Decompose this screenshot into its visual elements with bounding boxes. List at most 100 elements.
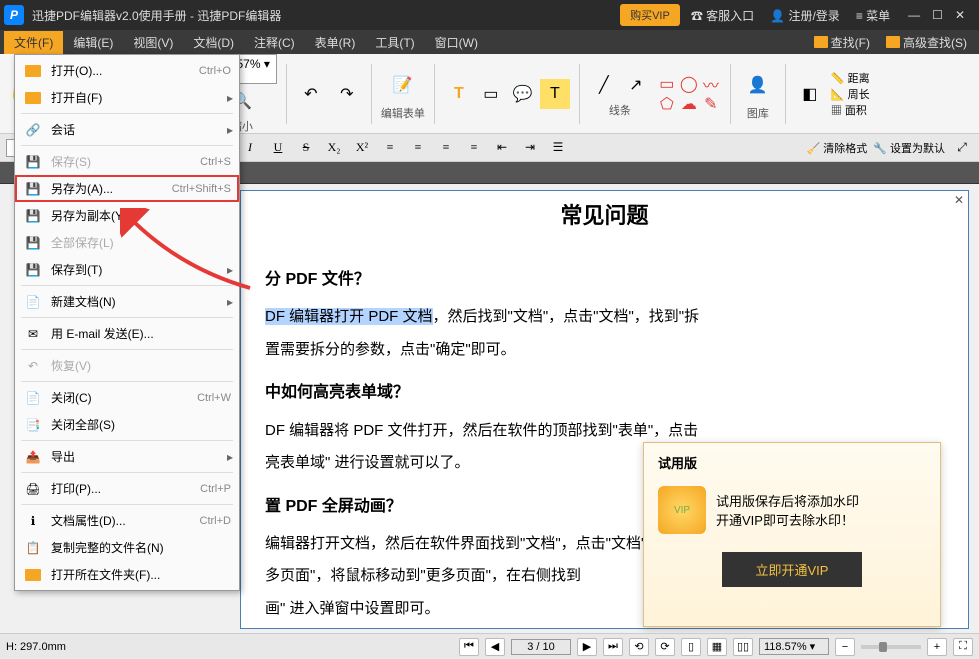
- line-icon[interactable]: ╱: [589, 70, 619, 100]
- fullscreen-icon[interactable]: ⛶: [953, 638, 973, 656]
- menu-button[interactable]: ≡ 菜单: [848, 7, 898, 24]
- expand-icon[interactable]: ⤢: [951, 138, 973, 158]
- minimize-button[interactable]: —: [908, 8, 920, 22]
- menu-document[interactable]: 文档(D): [183, 31, 244, 54]
- menu-save-to[interactable]: 💾保存到(T)▸: [15, 256, 239, 283]
- menu-view[interactable]: 视图(V): [123, 31, 183, 54]
- support-button[interactable]: ☎ 客服入口: [683, 7, 762, 24]
- superscript-button[interactable]: X²: [351, 138, 373, 158]
- find-button[interactable]: 查找(F): [806, 32, 878, 53]
- zoom-input[interactable]: 118.57% ▾: [759, 638, 829, 655]
- callout-icon[interactable]: 💬: [508, 79, 538, 109]
- buy-vip-button[interactable]: 购买VIP: [620, 4, 680, 26]
- strikethrough-button[interactable]: S: [295, 138, 317, 158]
- menu-close-all[interactable]: 📑关闭全部(S): [15, 411, 239, 438]
- menu-open[interactable]: 打开(O)...Ctrl+O: [15, 57, 239, 84]
- close-button[interactable]: ✕: [955, 8, 965, 22]
- page-heading: 常见问题: [241, 191, 968, 241]
- first-page-button[interactable]: ⏮: [459, 638, 479, 656]
- menu-window[interactable]: 窗口(W): [425, 31, 488, 54]
- window-title: 迅捷PDF编辑器v2.0使用手册 - 迅捷PDF编辑器: [32, 7, 617, 24]
- bullet-list-icon[interactable]: ☰: [547, 138, 569, 158]
- popup-line2: 开通VIP即可去除水印！: [716, 510, 859, 529]
- nav-fwd-button[interactable]: ⟳: [655, 638, 675, 656]
- menu-email[interactable]: ✉用 E-mail 发送(E)...: [15, 320, 239, 347]
- menu-properties[interactable]: ℹ文档属性(D)...Ctrl+D: [15, 507, 239, 534]
- menu-save-all[interactable]: 💾全部保存(L): [15, 229, 239, 256]
- layout-cont-icon[interactable]: ▦: [707, 638, 727, 656]
- set-default-button[interactable]: 🔧 设置为默认: [873, 140, 945, 156]
- distance-tool[interactable]: 📏 距离: [831, 70, 870, 86]
- polyline-icon[interactable]: 〰: [701, 75, 721, 93]
- zoom-in-sb[interactable]: +: [927, 638, 947, 656]
- subscript-button[interactable]: X₂: [323, 138, 345, 158]
- rotate-right-icon[interactable]: ↷: [332, 79, 362, 109]
- maximize-button[interactable]: ☐: [932, 8, 943, 22]
- layout-single-icon[interactable]: ▯: [681, 638, 701, 656]
- oval-icon[interactable]: ◯: [679, 75, 699, 93]
- zoom-out-sb[interactable]: −: [835, 638, 855, 656]
- menu-tools[interactable]: 工具(T): [365, 31, 424, 54]
- menu-file[interactable]: 文件(F): [4, 31, 63, 54]
- pencil-icon[interactable]: ✎: [701, 95, 721, 113]
- rotate-left-icon[interactable]: ↶: [296, 79, 326, 109]
- menu-edit[interactable]: 编辑(E): [63, 31, 123, 54]
- align-left-icon[interactable]: ≡: [379, 138, 401, 158]
- menu-comment[interactable]: 注释(C): [244, 31, 305, 54]
- menu-close[interactable]: 📄关闭(C)Ctrl+W: [15, 384, 239, 411]
- indent-right-icon[interactable]: ⇥: [519, 138, 541, 158]
- statusbar: H: 297.0mm ⏮ ◀ 3 / 10 ▶ ⏭ ⟲ ⟳ ▯ ▦ ▯▯ 118…: [0, 633, 979, 659]
- vip-badge-icon: VIP: [658, 486, 706, 534]
- clear-format-button[interactable]: 🧹 清除格式: [806, 140, 867, 156]
- next-page-button[interactable]: ▶: [577, 638, 597, 656]
- edit-form-button[interactable]: 📝: [385, 67, 421, 103]
- menu-restore[interactable]: ↶恢复(V): [15, 352, 239, 379]
- page-number-input[interactable]: 3 / 10: [511, 639, 571, 655]
- nav-back-button[interactable]: ⟲: [629, 638, 649, 656]
- align-justify-icon[interactable]: ≡: [463, 138, 485, 158]
- menu-form[interactable]: 表单(R): [305, 31, 366, 54]
- menu-open-folder[interactable]: 打开所在文件夹(F)...: [15, 561, 239, 588]
- menu-save-copy[interactable]: 💾另存为副本(Y)...: [15, 202, 239, 229]
- close-document-icon[interactable]: ✕: [952, 193, 966, 207]
- menu-print[interactable]: 🖨打印(P)...Ctrl+P: [15, 475, 239, 502]
- arrow-icon[interactable]: ↗: [621, 70, 651, 100]
- last-page-button[interactable]: ⏭: [603, 638, 623, 656]
- zoom-slider[interactable]: [861, 645, 921, 649]
- perimeter-tool[interactable]: 📐 周长: [831, 86, 870, 102]
- align-right-icon[interactable]: ≡: [435, 138, 457, 158]
- menu-open-from[interactable]: 打开自(F)▸: [15, 84, 239, 111]
- menu-export[interactable]: 📤导出▸: [15, 443, 239, 470]
- layout-facing-icon[interactable]: ▯▯: [733, 638, 753, 656]
- prev-page-button[interactable]: ◀: [485, 638, 505, 656]
- area-tool[interactable]: ▦ 面积: [831, 102, 870, 118]
- advanced-find-button[interactable]: 高级查找(S): [878, 32, 975, 53]
- italic-button[interactable]: I: [239, 138, 261, 158]
- popup-line1: 试用版保存后将添加水印: [716, 491, 859, 510]
- stamp-button[interactable]: 👤: [740, 67, 776, 103]
- menu-session[interactable]: 🔗会话▸: [15, 116, 239, 143]
- cloud-icon[interactable]: ☁: [679, 95, 699, 113]
- doc-h1: 分 PDF 文件？: [265, 265, 944, 295]
- menu-new-doc[interactable]: 📄新建文档(N)▸: [15, 288, 239, 315]
- popup-title: 试用版: [658, 453, 926, 472]
- align-center-icon[interactable]: ≡: [407, 138, 429, 158]
- polygon-icon[interactable]: ⬠: [657, 95, 677, 113]
- highlight-icon[interactable]: T: [540, 79, 570, 109]
- underline-button[interactable]: U: [267, 138, 289, 158]
- trial-popup: 试用版 VIP 试用版保存后将添加水印 开通VIP即可去除水印！ 立即开通VIP: [643, 442, 941, 627]
- text-box-icon[interactable]: ▭: [476, 79, 506, 109]
- login-button[interactable]: 👤 注册/登录: [762, 7, 848, 24]
- indent-left-icon[interactable]: ⇤: [491, 138, 513, 158]
- menu-copy-filename[interactable]: 📋复制完整的文件名(N): [15, 534, 239, 561]
- app-logo: P: [4, 5, 24, 25]
- menu-save[interactable]: 💾保存(S)Ctrl+S: [15, 148, 239, 175]
- menubar: 文件(F) 编辑(E) 视图(V) 文档(D) 注释(C) 表单(R) 工具(T…: [0, 30, 979, 54]
- rect-icon[interactable]: ▭: [657, 75, 677, 93]
- page-height-label: H: 297.0mm: [6, 641, 66, 653]
- text-tool-icon[interactable]: T: [444, 79, 474, 109]
- highlighted-text: DF 编辑器打开 PDF 文档: [265, 308, 433, 325]
- eraser-icon[interactable]: ◧: [795, 79, 825, 109]
- upgrade-vip-button[interactable]: 立即开通VIP: [722, 552, 862, 587]
- menu-save-as[interactable]: 💾另存为(A)...Ctrl+Shift+S: [15, 175, 239, 202]
